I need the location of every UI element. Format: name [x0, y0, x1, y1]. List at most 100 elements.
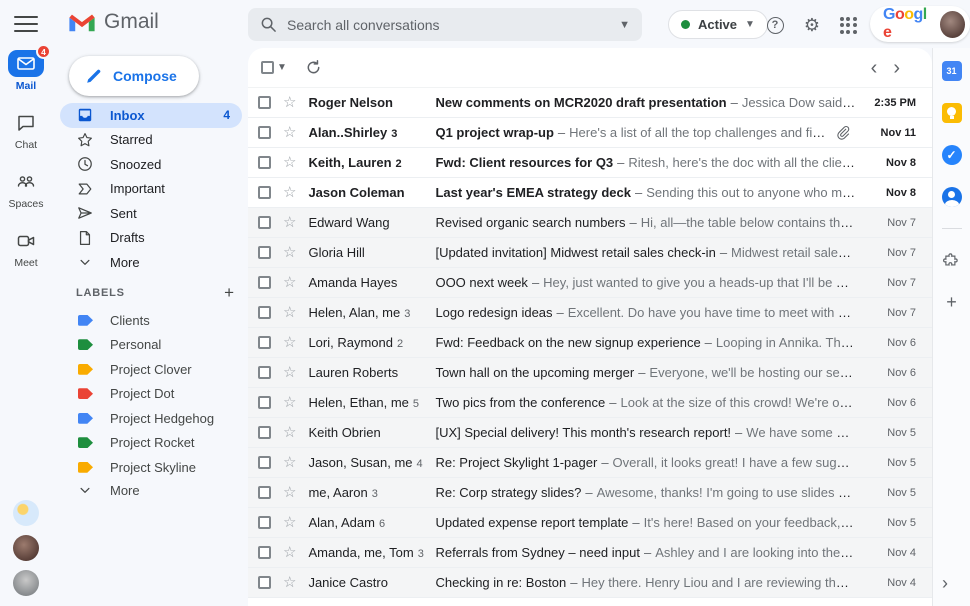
- sidebar-item-starred[interactable]: Starred: [60, 128, 242, 153]
- email-row[interactable]: ☆Edward WangRevised organic search numbe…: [248, 208, 932, 238]
- rail-item-meet[interactable]: Meet: [8, 227, 44, 269]
- email-row[interactable]: ☆Jason ColemanLast year's EMEA strategy …: [248, 178, 932, 208]
- row-checkbox[interactable]: [258, 126, 271, 139]
- create-label-button[interactable]: +: [224, 284, 234, 301]
- row-checkbox[interactable]: [258, 186, 271, 199]
- rail-item-spaces[interactable]: Spaces: [8, 168, 44, 210]
- email-row[interactable]: ☆Gloria Hill[Updated invitation] Midwest…: [248, 238, 932, 268]
- star-icon[interactable]: ☆: [283, 275, 296, 290]
- get-addons-button[interactable]: [941, 249, 963, 271]
- sidebar-item-inbox[interactable]: Inbox4: [60, 103, 242, 128]
- row-checkbox[interactable]: [258, 396, 271, 409]
- row-checkbox[interactable]: [258, 306, 271, 319]
- label-item-personal[interactable]: Personal: [60, 333, 242, 358]
- sidebar-item-label: Inbox: [110, 108, 145, 123]
- workspace-status-avatar[interactable]: [13, 500, 39, 526]
- email-subject: Revised organic search numbers: [435, 215, 625, 230]
- star-icon[interactable]: ☆: [283, 155, 296, 170]
- row-checkbox[interactable]: [258, 366, 271, 379]
- rail-item-mail[interactable]: 4Mail: [8, 50, 44, 92]
- star-icon[interactable]: ☆: [283, 425, 296, 440]
- row-checkbox[interactable]: [258, 276, 271, 289]
- email-row[interactable]: ☆Jason, Susan, me4Re: Project Skylight 1…: [248, 448, 932, 478]
- apps-button[interactable]: [836, 13, 860, 37]
- label-item-project-hedgehog[interactable]: Project Hedgehog: [60, 406, 242, 431]
- sidebar-item-drafts[interactable]: Drafts: [60, 226, 242, 251]
- row-checkbox[interactable]: [258, 486, 271, 499]
- older-page-button[interactable]: ›: [885, 58, 908, 78]
- star-icon[interactable]: ☆: [283, 245, 296, 260]
- search-bar[interactable]: ▼: [248, 8, 642, 41]
- tasks-button[interactable]: ✓: [941, 144, 963, 166]
- email-row[interactable]: ☆Keith, Lauren2Fwd: Client resources for…: [248, 148, 932, 178]
- select-caret-icon[interactable]: ▼: [277, 62, 287, 73]
- sidebar-item-snoozed[interactable]: Snoozed: [60, 152, 242, 177]
- row-checkbox[interactable]: [258, 576, 271, 589]
- label-item-project-clover[interactable]: Project Clover: [60, 357, 242, 382]
- main-menu-icon[interactable]: [14, 16, 38, 32]
- email-row[interactable]: ☆Alan..Shirley3Q1 project wrap-up–Here's…: [248, 118, 932, 148]
- refresh-button[interactable]: [305, 59, 322, 76]
- star-icon[interactable]: ☆: [283, 365, 296, 380]
- labels-more-item[interactable]: More: [60, 478, 242, 503]
- row-checkbox[interactable]: [258, 246, 271, 259]
- email-row[interactable]: ☆Amanda HayesOOO next week–Hey, just wan…: [248, 268, 932, 298]
- star-icon[interactable]: ☆: [283, 125, 296, 140]
- calendar-button[interactable]: 31: [941, 60, 963, 82]
- email-row[interactable]: ☆Amanda, me, Tom3Referrals from Sydney –…: [248, 538, 932, 568]
- star-icon[interactable]: ☆: [283, 455, 296, 470]
- status-selector[interactable]: Active ▼: [668, 10, 768, 39]
- help-button[interactable]: ?: [763, 13, 787, 37]
- newer-page-button[interactable]: ‹: [863, 58, 886, 78]
- row-checkbox[interactable]: [258, 426, 271, 439]
- row-checkbox[interactable]: [258, 216, 271, 229]
- add-panel-app-button[interactable]: +: [941, 291, 963, 313]
- user-avatar[interactable]: [940, 11, 965, 38]
- row-checkbox[interactable]: [258, 516, 271, 529]
- row-checkbox[interactable]: [258, 156, 271, 169]
- email-row[interactable]: ☆Keith Obrien[UX] Special delivery! This…: [248, 418, 932, 448]
- label-item-project-rocket[interactable]: Project Rocket: [60, 431, 242, 456]
- email-row[interactable]: ☆Alan, Adam6Updated expense report templ…: [248, 508, 932, 538]
- label-item-clients[interactable]: Clients: [60, 308, 242, 333]
- row-checkbox[interactable]: [258, 546, 271, 559]
- star-icon[interactable]: ☆: [283, 395, 296, 410]
- search-input[interactable]: [287, 17, 619, 33]
- row-checkbox[interactable]: [258, 336, 271, 349]
- email-row[interactable]: ☆Lauren RobertsTown hall on the upcoming…: [248, 358, 932, 388]
- compose-button[interactable]: Compose: [69, 56, 199, 96]
- star-icon[interactable]: ☆: [283, 305, 296, 320]
- star-icon[interactable]: ☆: [283, 575, 296, 590]
- settings-button[interactable]: ⚙: [800, 13, 824, 37]
- email-subject-snippet: Two pics from the conference–Look at the…: [435, 395, 856, 410]
- star-icon[interactable]: ☆: [283, 95, 296, 110]
- star-icon[interactable]: ☆: [283, 515, 296, 530]
- rail-item-chat[interactable]: Chat: [8, 109, 44, 151]
- select-all-checkbox[interactable]: [261, 61, 274, 74]
- email-row[interactable]: ☆Roger NelsonNew comments on MCR2020 dra…: [248, 88, 932, 118]
- star-icon[interactable]: ☆: [283, 485, 296, 500]
- hide-side-panel-button[interactable]: ›: [942, 573, 948, 594]
- email-row[interactable]: ☆Lori, Raymond2Fwd: Feedback on the new …: [248, 328, 932, 358]
- sidebar-item-sent[interactable]: Sent: [60, 201, 242, 226]
- sidebar-item-more[interactable]: More: [60, 250, 242, 275]
- label-item-project-skyline[interactable]: Project Skyline: [60, 455, 242, 480]
- search-options-caret-icon[interactable]: ▼: [619, 19, 630, 31]
- keep-button[interactable]: [941, 102, 963, 124]
- contact-avatar-1[interactable]: [13, 535, 39, 561]
- row-checkbox[interactable]: [258, 456, 271, 469]
- star-icon[interactable]: ☆: [283, 335, 296, 350]
- sidebar-item-important[interactable]: Important: [60, 177, 242, 202]
- email-row[interactable]: ☆Helen, Alan, me3Logo redesign ideas–Exc…: [248, 298, 932, 328]
- contacts-button[interactable]: [941, 186, 963, 208]
- google-account-pill[interactable]: Google: [870, 6, 970, 42]
- contact-avatar-2[interactable]: [13, 570, 39, 596]
- star-icon[interactable]: ☆: [283, 215, 296, 230]
- label-item-project-dot[interactable]: Project Dot: [60, 382, 242, 407]
- email-row[interactable]: ☆Helen, Ethan, me5Two pics from the conf…: [248, 388, 932, 418]
- star-icon[interactable]: ☆: [283, 545, 296, 560]
- star-icon[interactable]: ☆: [283, 185, 296, 200]
- email-row[interactable]: ☆me, Aaron3Re: Corp strategy slides?–Awe…: [248, 478, 932, 508]
- email-row[interactable]: ☆Janice CastroChecking in re: Boston–Hey…: [248, 568, 932, 598]
- row-checkbox[interactable]: [258, 96, 271, 109]
